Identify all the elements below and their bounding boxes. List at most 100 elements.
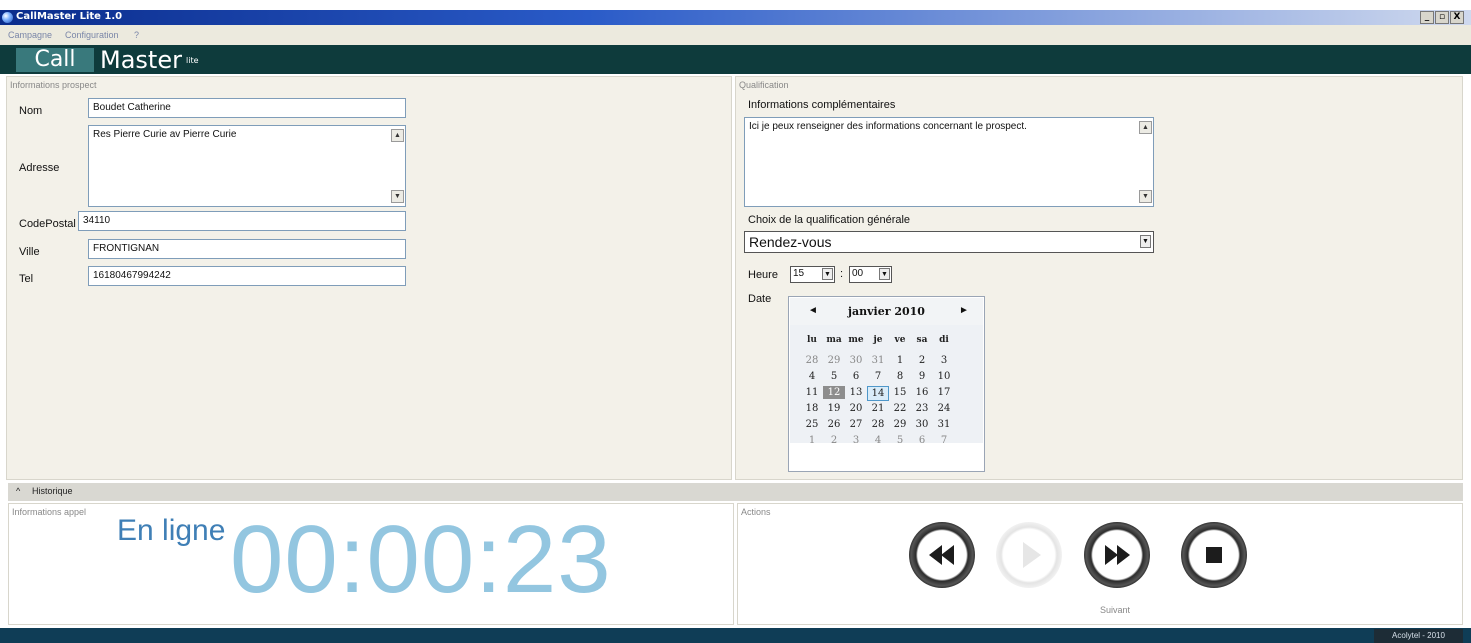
calendar-day[interactable]: 17 [933, 386, 955, 399]
calendar-day[interactable]: 30 [845, 354, 867, 367]
menu-item-configuration[interactable]: Configuration [65, 30, 119, 40]
calendar-day[interactable]: 13 [845, 386, 867, 399]
calendar-day[interactable]: 9 [911, 370, 933, 383]
weekday-header: ma [826, 335, 842, 345]
time-separator: : [840, 268, 844, 280]
calendar-day[interactable]: 1 [889, 354, 911, 367]
rewind-button[interactable] [909, 522, 975, 588]
calendar-day[interactable]: 8 [889, 370, 911, 383]
calendar-day[interactable]: 28 [867, 418, 889, 431]
close-button[interactable]: X [1450, 11, 1464, 24]
qualification-choice-label: Choix de la qualification générale [748, 214, 911, 226]
stop-icon [1206, 547, 1222, 563]
chevron-down-icon[interactable]: ▼ [822, 268, 833, 280]
ville-label: Ville [19, 246, 40, 258]
calendar-month: janvier 2010 [848, 305, 925, 318]
play-icon [1023, 542, 1041, 568]
logo-lite: lite [186, 56, 199, 65]
fast-forward-icon [1105, 545, 1130, 565]
calendar-day[interactable]: 5 [823, 370, 845, 383]
menu-item-campagne[interactable]: Campagne [8, 30, 52, 40]
qualification-select-value: Rendez-vous [749, 234, 832, 250]
calendar-day[interactable]: 26 [823, 418, 845, 431]
info-scrollbar[interactable]: ▲ ▼ [1139, 119, 1152, 205]
calendar-day[interactable]: 4 [867, 434, 889, 447]
heure-label: Heure [748, 269, 778, 281]
calendar-day[interactable]: 4 [801, 370, 823, 383]
menu-item-help[interactable]: ? [134, 30, 139, 40]
adresse-scrollbar[interactable]: ▲ ▼ [391, 127, 404, 205]
app-icon [2, 12, 13, 23]
calendar-day[interactable]: 18 [801, 402, 823, 415]
chevron-down-icon[interactable]: ▼ [879, 268, 890, 280]
info-complementaires-text: Ici je peux renseigner des informations … [749, 121, 1027, 132]
panel-title-actions: Actions [741, 507, 771, 517]
ville-field[interactable]: FRONTIGNAN [88, 239, 406, 259]
panel-title-call-info: Informations appel [12, 507, 87, 517]
chevron-up-icon[interactable]: ^ [16, 486, 20, 496]
calendar-day[interactable]: 14 [867, 386, 889, 401]
window-title: CallMaster Lite 1.0 [16, 11, 123, 22]
chevron-down-icon[interactable]: ▼ [1140, 235, 1151, 248]
calendar-day[interactable]: 30 [911, 418, 933, 431]
hour-select[interactable]: 15 ▼ [790, 266, 835, 283]
calendar-day[interactable]: 10 [933, 370, 955, 383]
calendar-header: ◄ janvier 2010 ► [790, 298, 983, 325]
next-button-label: Suivant [1100, 605, 1131, 615]
logo-master: Master [100, 46, 182, 74]
scroll-down-arrow[interactable]: ▼ [391, 190, 404, 203]
calendar-day[interactable]: 16 [911, 386, 933, 399]
calendar-day[interactable]: 6 [911, 434, 933, 447]
calendar-day[interactable]: 20 [845, 402, 867, 415]
calendar-day[interactable]: 27 [845, 418, 867, 431]
calendar-day[interactable]: 25 [801, 418, 823, 431]
logo-call: Call [16, 48, 94, 72]
qualification-select[interactable]: Rendez-vous ▼ [744, 231, 1154, 253]
minimize-button[interactable]: _ [1420, 11, 1434, 24]
nom-field[interactable]: Boudet Catherine [88, 98, 406, 118]
minute-select[interactable]: 00 ▼ [849, 266, 892, 283]
stop-button[interactable] [1181, 522, 1247, 588]
prospect-panel: Informations prospect Nom Boudet Catheri… [6, 76, 732, 480]
calendar-day[interactable]: 3 [845, 434, 867, 447]
calendar-day[interactable]: 22 [889, 402, 911, 415]
info-complementaires-field[interactable]: Ici je peux renseigner des informations … [744, 117, 1154, 207]
next-button[interactable] [1084, 522, 1150, 588]
calendar-day[interactable]: 23 [911, 402, 933, 415]
calendar-day[interactable]: 7 [933, 434, 955, 447]
call-timer: 00:00:23 [230, 506, 612, 613]
historique-bar[interactable]: ^ Historique [8, 483, 1463, 501]
calendar-day[interactable]: 1 [801, 434, 823, 447]
calendar-day[interactable]: 29 [889, 418, 911, 431]
calendar-day[interactable]: 31 [867, 354, 889, 367]
rewind-icon [929, 545, 954, 565]
calendar-day[interactable]: 31 [933, 418, 955, 431]
calendar-day[interactable]: 24 [933, 402, 955, 415]
scroll-up-arrow[interactable]: ▲ [391, 129, 404, 142]
adresse-field[interactable]: Res Pierre Curie av Pierre Curie ▲ ▼ [88, 125, 406, 207]
calendar-day[interactable]: 21 [867, 402, 889, 415]
call-status: En ligne [117, 514, 226, 547]
calendar-day[interactable]: 6 [845, 370, 867, 383]
calendar-day[interactable]: 12 [823, 386, 845, 399]
calendar-day[interactable]: 28 [801, 354, 823, 367]
scroll-down-arrow[interactable]: ▼ [1139, 190, 1152, 203]
calendar-day[interactable]: 2 [911, 354, 933, 367]
play-button[interactable] [996, 522, 1062, 588]
calendar-day[interactable]: 3 [933, 354, 955, 367]
tel-field[interactable]: 16180467994242 [88, 266, 406, 286]
scroll-up-arrow[interactable]: ▲ [1139, 121, 1152, 134]
calendar-day[interactable]: 2 [823, 434, 845, 447]
codepostal-field[interactable]: 34110 [78, 211, 406, 231]
calendar-day[interactable]: 19 [823, 402, 845, 415]
menu-bar: Campagne Configuration ? [0, 25, 1471, 45]
next-month-icon[interactable]: ► [959, 305, 969, 316]
maximize-button[interactable]: ▫ [1435, 11, 1449, 24]
calendar-day[interactable]: 15 [889, 386, 911, 399]
historique-label: Historique [32, 486, 73, 496]
calendar-day[interactable]: 7 [867, 370, 889, 383]
calendar-day[interactable]: 5 [889, 434, 911, 447]
calendar-day[interactable]: 29 [823, 354, 845, 367]
calendar-day[interactable]: 11 [801, 386, 823, 399]
date-calendar[interactable]: ◄ janvier 2010 ► lu ma me je ve sa di 28 29 30 31 1… [788, 296, 985, 472]
